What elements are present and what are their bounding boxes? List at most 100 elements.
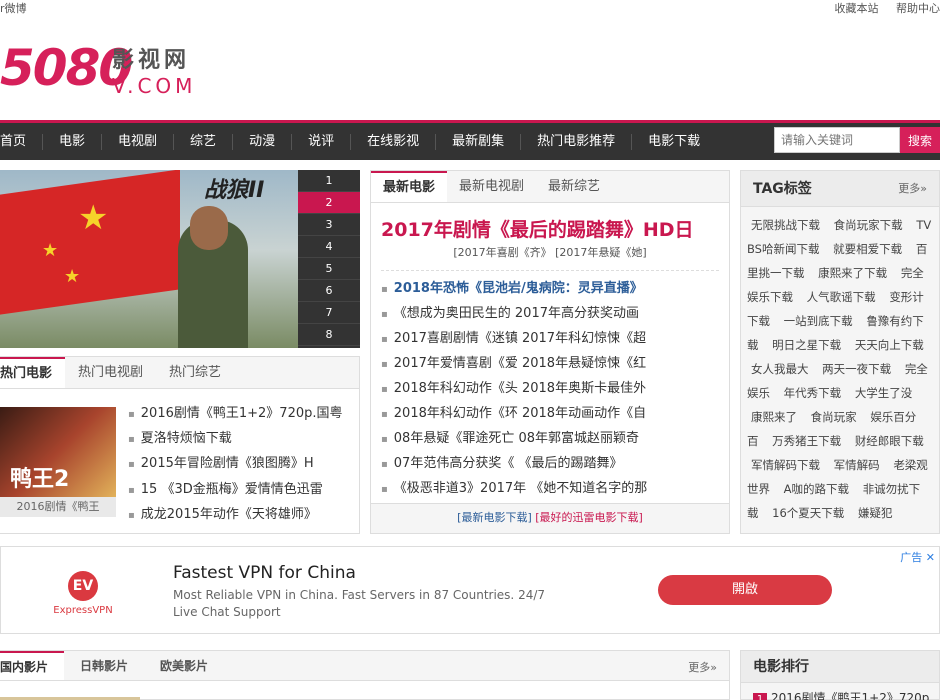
bookmark-site-link[interactable]: 收藏本站 (835, 2, 879, 15)
nav-item-latest-series[interactable]: 最新剧集 (436, 133, 522, 150)
tag-box: TAG标签 更多» 无限挑战下载 食尚玩家下载 TVBS哈新闻下载 就要相爱下载… (740, 170, 940, 534)
tab-hot-tv[interactable]: 热门电视剧 (65, 357, 156, 388)
tag-link[interactable]: 无限挑战下载 (751, 218, 820, 232)
tag-link[interactable]: 就要相爱下载 (833, 242, 902, 256)
list-item[interactable]: 2016剧情《鸭王1+2》720p.国粤 (128, 402, 354, 427)
site-logo[interactable]: 5080 影视网 V.COM (0, 40, 220, 100)
tag-link[interactable]: 食尚玩家 (811, 410, 857, 424)
tag-link[interactable]: 女人我最大 (751, 362, 809, 376)
list-item[interactable]: 2017年爱情喜剧《爱 2018年悬疑惊悚《红 (381, 352, 719, 377)
ad-banner[interactable]: EV ExpressVPN Fastest VPN for China Most… (0, 546, 940, 634)
top-utility-bar: r微博 收藏本站 帮助中心 (0, 0, 940, 18)
nav-item-tv[interactable]: 电视剧 (102, 133, 175, 150)
thumbnail-caption: 2016剧情《鸭王 (16, 500, 100, 513)
search-button[interactable]: 搜索 (900, 127, 940, 153)
tag-more-link[interactable]: 更多» (898, 171, 927, 207)
nav-item-movies[interactable]: 电影 (43, 133, 103, 150)
nav-item-anime[interactable]: 动漫 (233, 133, 293, 150)
headline-link[interactable]: 2017年剧情《最后的踢踏舞》HD日 (381, 215, 721, 242)
tab-domestic[interactable]: 国内影片 (0, 651, 65, 680)
slide-indicator[interactable]: 3 (298, 214, 360, 236)
tag-link[interactable]: 万秀猪王下载 (772, 434, 841, 448)
nav-item-hot-movies[interactable]: 热门电影推荐 (521, 133, 633, 150)
tab-latest-variety[interactable]: 最新综艺 (536, 171, 612, 202)
subline-links[interactable]: [2017年喜剧《齐》 [2017年悬疑《她] (381, 244, 719, 271)
tag-link[interactable]: 军情解码下载 (751, 458, 820, 472)
tab-japan-korea[interactable]: 日韩影片 (64, 651, 144, 680)
ad-title[interactable]: Fastest VPN for China (173, 563, 356, 583)
search-input[interactable] (774, 127, 900, 153)
tab-latest-tv[interactable]: 最新电视剧 (447, 171, 536, 202)
slide-indicator[interactable]: 4 (298, 236, 360, 258)
top-links: 收藏本站 帮助中心 (821, 0, 940, 16)
nav-item-home[interactable]: 首页 (0, 133, 44, 150)
tab-latest-movies[interactable]: 最新电影 (371, 171, 448, 202)
help-center-link[interactable]: 帮助中心 (896, 2, 940, 15)
latest-footer: [最新电影下载] [最好的迅雷电影下载] (371, 503, 729, 533)
featured-slider: ★ ★ ★ 战狼II 12345678 (0, 170, 360, 348)
region-tabs: 国内影片 日韩影片 欧美影片 (0, 651, 729, 681)
tag-link[interactable]: 嫌疑犯 (858, 506, 893, 520)
list-item[interactable]: 15 《3D金瓶梅》爱情情色迅雷 (128, 478, 354, 503)
slide-indicator[interactable]: 8 (298, 324, 360, 346)
list-item[interactable]: 《极恶非道3》2017年 《她不知道名字的那 (381, 477, 719, 502)
slide-poster[interactable]: ★ ★ ★ 战狼II (0, 170, 298, 348)
tag-link[interactable]: 16个夏天下载 (772, 506, 844, 520)
tag-box-header: TAG标签 更多» (741, 171, 939, 207)
tag-link[interactable]: 两天一夜下载 (822, 362, 891, 376)
thumbnail-title: 鸭王2 (10, 467, 70, 492)
tag-link[interactable]: 年代秀下载 (784, 386, 842, 400)
list-item[interactable]: 夏洛特烦恼下载 (128, 427, 354, 452)
rank-item[interactable]: 1 2016剧情《鸭王1+2》720p (753, 689, 929, 700)
ad-description: Most Reliable VPN in China. Fast Servers… (173, 588, 546, 619)
nav-item-reviews[interactable]: 说评 (292, 133, 352, 150)
thumbnail-image: 鸭王2 (0, 407, 116, 497)
list-item[interactable]: 2018年科幻动作《环 2018年动画动作《自 (381, 402, 719, 427)
hot-thumbnail[interactable]: 鸭王2 2016剧情《鸭王 (0, 407, 116, 517)
slide-indicator[interactable]: 6 (298, 280, 360, 302)
slide-indicator[interactable]: 7 (298, 302, 360, 324)
slide-indicators: 12345678 (298, 170, 360, 348)
tag-link[interactable]: 明日之星下载 (772, 338, 841, 352)
slide-indicator[interactable]: 1 (298, 170, 360, 192)
slide-indicator[interactable]: 5 (298, 258, 360, 280)
tag-link[interactable]: 大学生了没 (855, 386, 913, 400)
main-nav: 首页 电影 电视剧 综艺 动漫 说评 在线影视 最新剧集 热门电影推荐 电影下载… (0, 120, 940, 160)
region-more-link[interactable]: 更多» (688, 659, 717, 675)
weibo-link[interactable]: r微博 (0, 0, 27, 16)
list-item[interactable]: 2015年冒险剧情《狼图腾》H (128, 452, 354, 477)
list-item[interactable]: 成龙2015年动作《天将雄师》 (128, 503, 354, 528)
tag-link[interactable]: 康熙来了下载 (818, 266, 887, 280)
tag-link[interactable]: 天天向上下载 (855, 338, 924, 352)
ad-open-button[interactable]: 開啟 (658, 575, 832, 605)
list-item[interactable]: 2017喜剧剧情《迷镇 2017年科幻惊悚《超 (381, 327, 719, 352)
list-item[interactable]: 2018年恐怖《昆池岩/鬼病院：灵异直播》 (381, 277, 719, 302)
list-item[interactable]: 2018年科幻动作《头 2018年奥斯卡最佳外 (381, 377, 719, 402)
tag-link[interactable]: 一站到底下载 (784, 314, 853, 328)
list-item[interactable]: 《想成为奥田民生的 2017年高分获奖动画 (381, 302, 719, 327)
tag-link[interactable]: 军情解码 (834, 458, 880, 472)
tag-link[interactable]: A咖的路下载 (784, 482, 849, 496)
tab-hot-variety[interactable]: 热门综艺 (156, 357, 234, 388)
rank-item-label: 2016剧情《鸭王1+2》720p (771, 691, 930, 700)
logo-chinese: 影视网 (112, 48, 191, 73)
nav-item-online[interactable]: 在线影视 (351, 133, 437, 150)
latest-movies-download-link[interactable]: [最新电影下载] (457, 511, 532, 524)
nav-item-download[interactable]: 电影下载 (632, 134, 716, 150)
list-item[interactable]: 08年悬疑《罪途死亡 08年郭富城赵丽颖奇 (381, 427, 719, 452)
tag-link[interactable]: 财经郎眼下载 (855, 434, 924, 448)
tag-link[interactable]: 食尚玩家下载 (834, 218, 903, 232)
tab-western[interactable]: 欧美影片 (144, 651, 224, 680)
rank-box-title: 电影排行 (753, 659, 809, 675)
expressvpn-logo: EV ExpressVPN (53, 571, 113, 616)
tag-link[interactable]: 康熙来了 (751, 410, 797, 424)
slide-indicator[interactable]: 2 (298, 192, 360, 214)
tag-cloud: 无限挑战下载 食尚玩家下载 TVBS哈新闻下载 就要相爱下载 百里挑一下载 康熙… (741, 207, 939, 525)
ad-choices-close[interactable]: 广告 ✕ (900, 549, 935, 565)
tab-hot-movies[interactable]: 热门电影 (0, 357, 66, 388)
nav-item-variety[interactable]: 综艺 (174, 133, 234, 150)
list-item[interactable]: 07年范伟高分获奖《 《最后的踢踏舞》 (381, 452, 719, 477)
tag-link[interactable]: 人气歌谣下载 (807, 290, 876, 304)
rank-number-badge: 1 (753, 693, 767, 700)
best-thunder-download-link[interactable]: [最好的迅雷电影下载] (535, 511, 643, 524)
